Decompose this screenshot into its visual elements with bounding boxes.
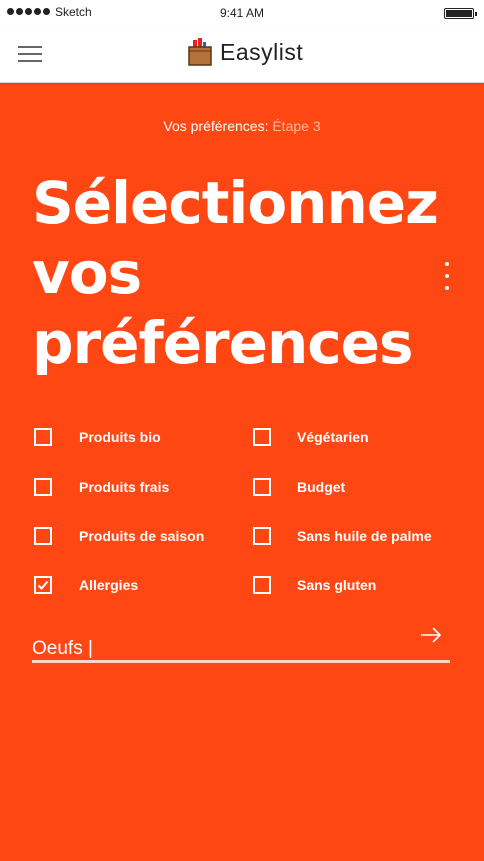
page-title-line-3: préférences (32, 309, 414, 377)
preference-option-sans-huile-de-palme[interactable]: Sans huile de palme (253, 521, 432, 551)
app-brand: Easylist (188, 38, 303, 66)
checkmark-icon (37, 580, 49, 590)
checkbox[interactable] (253, 428, 271, 446)
preference-option-produits-de-saison[interactable]: Produits de saison (34, 521, 204, 551)
preference-label: Produits bio (79, 429, 161, 445)
preference-label: Produits de saison (79, 528, 205, 544)
checkbox[interactable] (253, 527, 271, 545)
checkbox[interactable] (34, 428, 52, 446)
arrow-right-icon[interactable] (420, 625, 442, 645)
navigation-bar: Easylist (0, 26, 484, 83)
page-title-line-1: Sélectionnez (32, 169, 439, 237)
preference-option-sans-gluten[interactable]: Sans gluten (253, 570, 376, 600)
checkbox-checked[interactable] (34, 576, 52, 594)
app-name: Easylist (220, 38, 304, 65)
page-title: Sélectionnez vos préférences (32, 168, 442, 378)
page-title-line-2: vos (32, 239, 142, 307)
allergy-input-field (32, 636, 450, 664)
preference-option-budget[interactable]: Budget (253, 472, 345, 502)
preference-label: Produits frais (79, 479, 170, 495)
preference-option-allergies[interactable]: Allergies (34, 570, 138, 600)
preference-label: Allergies (79, 577, 139, 593)
battery-icon (444, 8, 477, 19)
step-number: Étape 3 (272, 118, 321, 134)
checkbox[interactable] (253, 478, 271, 496)
preference-option-produits-frais[interactable]: Produits frais (34, 472, 169, 502)
vertical-ellipsis-icon[interactable] (442, 262, 452, 294)
status-time: 9:41 AM (219, 6, 265, 20)
preference-label: Sans huile de palme (297, 528, 432, 544)
hamburger-menu-icon[interactable] (18, 46, 42, 64)
grocery-bag-icon (188, 38, 212, 66)
input-underline (32, 660, 450, 663)
preference-option-produits-bio[interactable]: Produits bio (34, 422, 161, 452)
step-label: Vos préférences: (163, 118, 269, 134)
checkbox[interactable] (34, 478, 52, 496)
preference-option-vegetarien[interactable]: Végétarien (253, 422, 369, 452)
checkbox[interactable] (34, 527, 52, 545)
preference-label: Budget (297, 479, 346, 495)
status-bar: Sketch 9:41 AM (0, 0, 484, 26)
preference-label: Sans gluten (297, 577, 377, 593)
allergy-input[interactable] (32, 636, 412, 662)
step-indicator: Vos préférences: Étape 3 (0, 118, 484, 134)
checkbox[interactable] (253, 576, 271, 594)
preference-label: Végétarien (297, 429, 369, 445)
